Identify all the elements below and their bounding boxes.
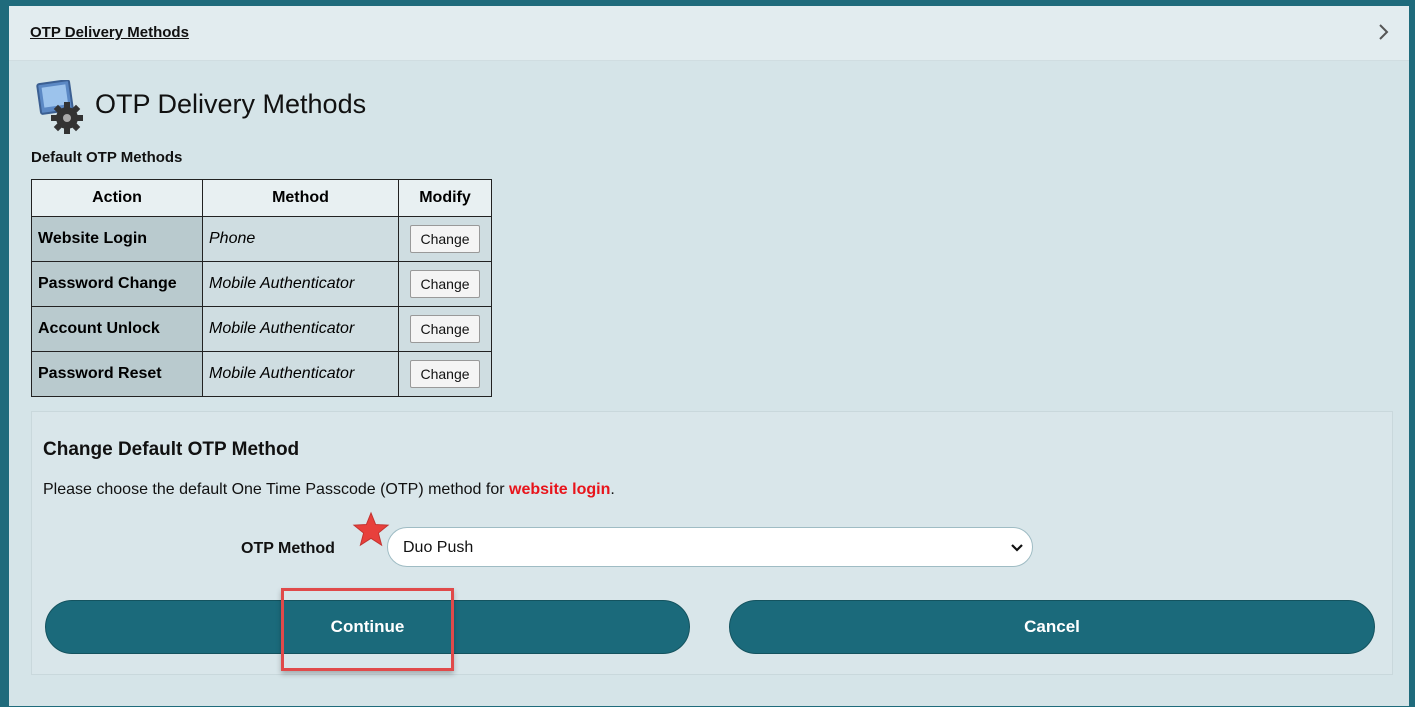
content-panel: OTP Delivery Methods OTP Delivery Method… [9,6,1409,706]
description-end: . [610,481,615,498]
modify-cell: Change [398,261,492,307]
action-cell: Password Change [31,261,203,307]
change-description: Please choose the default One Time Passc… [43,481,615,499]
modify-cell: Change [398,216,492,262]
table-row: Password Reset Mobile Authenticator Chan… [31,351,492,397]
action-cell: Website Login [31,216,203,262]
breadcrumb: OTP Delivery Methods [9,6,1409,61]
column-header: Action [31,179,203,217]
star-icon [352,511,390,547]
table-row: Website Login Phone Change [31,216,492,262]
method-cell: Mobile Authenticator [202,351,399,397]
change-button[interactable]: Change [410,315,480,343]
otp-method-label: OTP Method [241,540,335,557]
change-button[interactable]: Change [410,270,480,298]
cancel-button[interactable]: Cancel [729,600,1375,654]
otp-method-value: Duo Push [403,539,474,556]
column-header: Method [202,179,399,217]
page-title-row: OTP Delivery Methods [33,79,367,134]
otp-methods-table: Action Method Modify Website Login Phone… [31,179,492,397]
description-text: Please choose the default One Time Passc… [43,481,510,498]
breadcrumb-link[interactable]: OTP Delivery Methods [30,24,189,41]
section-label: Default OTP Methods [31,149,183,166]
modify-cell: Change [398,306,492,352]
otp-method-select[interactable]: Duo Push [387,527,1033,567]
annotation-highlight-box [281,588,454,671]
cancel-label: Cancel [1024,617,1080,636]
column-header: Modify [398,179,492,217]
method-cell: Phone [202,216,399,262]
change-button[interactable]: Change [410,225,480,253]
action-cell: Password Reset [31,351,203,397]
settings-gear-icon [33,79,85,134]
method-cell: Mobile Authenticator [202,261,399,307]
table-row: Account Unlock Mobile Authenticator Chan… [31,306,492,352]
page-title: OTP Delivery Methods [95,88,367,119]
chevron-down-icon [1011,544,1023,552]
change-heading: Change Default OTP Method [43,439,300,460]
table-header-row: Action Method Modify [31,179,492,217]
change-button[interactable]: Change [410,360,480,388]
method-cell: Mobile Authenticator [202,306,399,352]
modify-cell: Change [398,351,492,397]
table-row: Password Change Mobile Authenticator Cha… [31,261,492,307]
chevron-right-icon[interactable] [1377,21,1391,43]
description-highlight: website login [509,481,611,498]
action-cell: Account Unlock [31,306,203,352]
